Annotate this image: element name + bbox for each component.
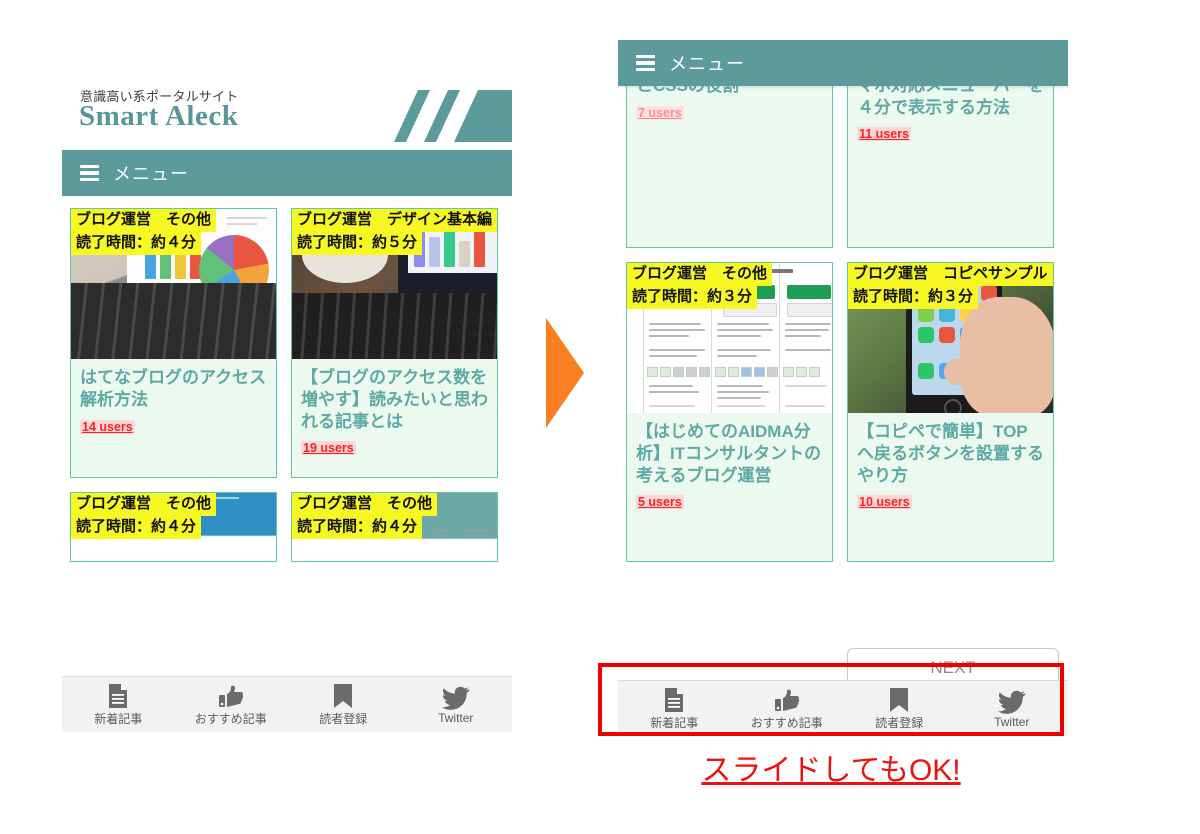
card-readtime: 読了時間：約４分	[71, 515, 202, 539]
card-category: ブログ運営 その他	[71, 209, 217, 232]
menu-label: メニュー	[113, 164, 189, 184]
right-phone-mockup: 【画像でわかる】HTMLとCSSの役割 7 users 【はてなブログ限定】スマ…	[618, 40, 1068, 736]
right-card-grid: 【画像でわかる】HTMLとCSSの役割 7 users 【はてなブログ限定】スマ…	[618, 40, 1068, 562]
site-title: Smart Aleck	[79, 100, 239, 132]
bookmark-icon	[332, 683, 354, 709]
users-badge[interactable]: 7 users	[636, 105, 684, 120]
bottom-nav-item-recommended[interactable]: おすすめ記事	[731, 681, 844, 736]
article-card[interactable]: ブログ運営 その他 読了時間：約４分	[291, 492, 498, 562]
bottom-nav-label: 読者登録	[319, 711, 368, 726]
card-tags: ブログ運営 その他 読了時間：約３分	[627, 263, 773, 309]
site-header: 意識高い系ポータルサイト Smart Aleck	[62, 78, 512, 150]
bottom-nav-item-subscribe[interactable]: 読者登録	[843, 681, 956, 736]
card-tags: ブログ運営 その他 読了時間：約４分	[71, 209, 217, 255]
users-badge[interactable]: 10 users	[857, 495, 912, 510]
card-tags: ブログ運営 コピペサンプル 読了時間：約３分	[848, 263, 1053, 309]
left-phone-mockup: 意識高い系ポータルサイト Smart Aleck メニュー ブログ運営 その他 …	[62, 78, 512, 732]
hamburger-icon[interactable]	[80, 164, 99, 182]
card-category: ブログ運営 コピペサンプル	[848, 263, 1053, 286]
twitter-bird-icon	[997, 688, 1026, 714]
card-category: ブログ運営 その他	[71, 493, 217, 516]
card-tags: ブログ運営 その他 読了時間：約４分	[71, 493, 217, 539]
article-card[interactable]: ブログ運営 コピペサンプル 読了時間：約３分 【コピペで簡単】TOPへ戻るボタン…	[847, 262, 1054, 562]
card-body: 【ブログのアクセス数を増やす】読みたいと思われる記事とは 19 users	[292, 359, 497, 477]
card-thumbnail: ブログ運営 コピペサンプル 読了時間：約３分	[848, 263, 1053, 413]
article-card[interactable]: ブログ運営 デザイン基本編 読了時間：約５分 【ブログのアクセス数を増やす】読み…	[291, 208, 498, 478]
article-card[interactable]: ブログ運営 その他 読了時間：約４分 はてなブログのアクセス解析方法 14 us…	[70, 208, 277, 478]
bottom-nav-label: 新着記事	[650, 715, 699, 730]
menu-bar[interactable]: メニュー	[62, 150, 512, 196]
bottom-nav-item-twitter[interactable]: Twitter	[956, 681, 1069, 736]
card-body: 【コピペで簡単】TOPへ戻るボタンを設置するやり方 10 users	[848, 413, 1053, 561]
bottom-nav-label: おすすめ記事	[750, 715, 823, 730]
card-category: ブログ運営 デザイン基本編	[292, 209, 497, 232]
card-thumbnail: ブログ運営 その他 読了時間：約４分	[71, 493, 276, 561]
users-badge[interactable]: 19 users	[301, 441, 356, 456]
bottom-nav-item-recommended[interactable]: おすすめ記事	[175, 677, 288, 732]
bottom-nav-label: 新着記事	[94, 711, 143, 726]
thumbs-up-icon	[218, 683, 244, 709]
card-title[interactable]: 【コピペで簡単】TOPへ戻るボタンを設置するやり方	[857, 421, 1044, 486]
card-readtime: 読了時間：約５分	[292, 231, 423, 255]
bottom-nav-item-twitter[interactable]: Twitter	[400, 677, 513, 732]
card-body: 【はじめてのAIDMA分析】ITコンサルタントの考えるブログ運営 5 users	[627, 413, 832, 561]
annotation-caption: スライドしてもOK!	[701, 754, 961, 787]
card-body: はてなブログのアクセス解析方法 14 users	[71, 359, 276, 477]
card-title[interactable]: 【ブログのアクセス数を増やす】読みたいと思われる記事とは	[301, 367, 488, 432]
card-readtime: 読了時間：約４分	[292, 515, 423, 539]
bottom-nav-label: おすすめ記事	[194, 711, 267, 726]
bottom-nav-label: Twitter	[994, 715, 1030, 729]
bottom-nav-item-new-articles[interactable]: 新着記事	[62, 677, 175, 732]
card-thumbnail: ブログ運営 その他 読了時間：約３分	[627, 263, 832, 413]
menu-bar[interactable]: メニュー	[618, 40, 1068, 86]
bottom-nav-label: 読者登録	[875, 715, 924, 730]
card-category: ブログ運営 その他	[627, 263, 773, 286]
twitter-bird-icon	[441, 684, 470, 710]
document-icon	[107, 683, 129, 709]
card-thumbnail: ブログ運営 その他 読了時間：約４分	[71, 209, 276, 359]
bottom-nav-item-new-articles[interactable]: 新着記事	[618, 681, 731, 736]
bottom-nav-label: Twitter	[438, 711, 474, 725]
card-tags: ブログ運営 デザイン基本編 読了時間：約５分	[292, 209, 497, 255]
article-card[interactable]: ブログ運営 その他 読了時間：約４分	[70, 492, 277, 562]
logo-decoration-icon	[394, 90, 512, 142]
right-triangle-arrow-icon	[546, 318, 584, 428]
card-readtime: 読了時間：約３分	[848, 285, 979, 309]
card-thumbnail: ブログ運営 その他 読了時間：約４分	[292, 493, 497, 561]
card-thumbnail: ブログ運営 デザイン基本編 読了時間：約５分	[292, 209, 497, 359]
card-tags: ブログ運営 その他 読了時間：約４分	[292, 493, 438, 539]
left-card-grid: ブログ運営 その他 読了時間：約４分 はてなブログのアクセス解析方法 14 us…	[62, 196, 512, 562]
hamburger-icon[interactable]	[636, 54, 655, 72]
bottom-navigation-bar: 新着記事 おすすめ記事 読者登録 Twitter	[618, 680, 1068, 736]
bottom-navigation-bar: 新着記事 おすすめ記事 読者登録 Twitter	[62, 676, 512, 732]
thumbs-up-icon	[774, 687, 800, 713]
users-badge[interactable]: 5 users	[636, 495, 684, 510]
card-title[interactable]: 【はじめてのAIDMA分析】ITコンサルタントの考えるブログ運営	[636, 421, 823, 486]
article-card[interactable]: ブログ運営 その他 読了時間：約３分 【はじめてのAIDMA分析】ITコンサルタ…	[626, 262, 833, 562]
bookmark-icon	[888, 687, 910, 713]
bottom-nav-item-subscribe[interactable]: 読者登録	[287, 677, 400, 732]
screenshot-stage: 意識高い系ポータルサイト Smart Aleck メニュー ブログ運営 その他 …	[0, 0, 1200, 834]
card-title[interactable]: はてなブログのアクセス解析方法	[80, 367, 267, 411]
users-badge[interactable]: 14 users	[80, 419, 135, 434]
menu-label: メニュー	[669, 54, 745, 74]
card-readtime: 読了時間：約３分	[627, 285, 758, 309]
document-icon	[663, 687, 685, 713]
card-readtime: 読了時間：約４分	[71, 231, 202, 255]
card-category: ブログ運営 その他	[292, 493, 438, 516]
users-badge[interactable]: 11 users	[857, 127, 912, 142]
